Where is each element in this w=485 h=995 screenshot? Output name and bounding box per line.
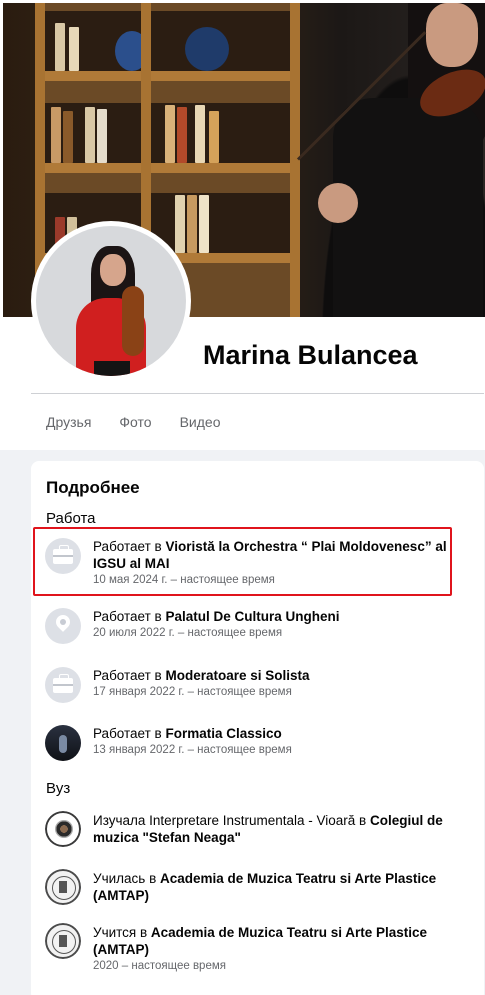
profile-tabs: Друзья Фото Видео	[46, 414, 248, 430]
academy-logo-icon	[45, 923, 81, 959]
briefcase-icon	[45, 667, 81, 703]
tab-photos[interactable]: Фото	[119, 414, 151, 430]
highlight-box	[33, 527, 452, 596]
work-heading: Работа	[46, 510, 96, 527]
header-divider	[31, 393, 484, 394]
college-logo-icon	[45, 811, 81, 847]
tab-videos[interactable]: Видео	[180, 414, 221, 430]
work-place-link[interactable]: Moderatoare si Solista	[165, 668, 309, 683]
work-place-link[interactable]: Formatia Classico	[165, 726, 281, 741]
education-heading: Вуз	[46, 780, 71, 797]
avatar[interactable]	[36, 226, 186, 376]
education-date: 2020 – настоящее время	[93, 960, 226, 972]
stage-photo-icon	[45, 725, 81, 761]
cover-violinist	[296, 3, 485, 317]
location-pin-icon	[45, 608, 81, 644]
work-date: 20 июля 2022 г. – настоящее время	[93, 627, 283, 639]
work-date: 17 января 2022 г. – настоящее время	[93, 686, 292, 698]
tab-friends[interactable]: Друзья	[46, 414, 91, 430]
profile-name: Marina Bulancea	[203, 340, 418, 370]
work-date: 13 января 2022 г. – настоящее время	[93, 744, 292, 756]
about-title: Подробнее	[46, 478, 140, 497]
profile-header: Marina Bulancea Друзья Фото Видео	[0, 0, 485, 450]
work-place-link[interactable]: Palatul De Cultura Ungheni	[165, 609, 339, 624]
academy-logo-icon	[45, 869, 81, 905]
